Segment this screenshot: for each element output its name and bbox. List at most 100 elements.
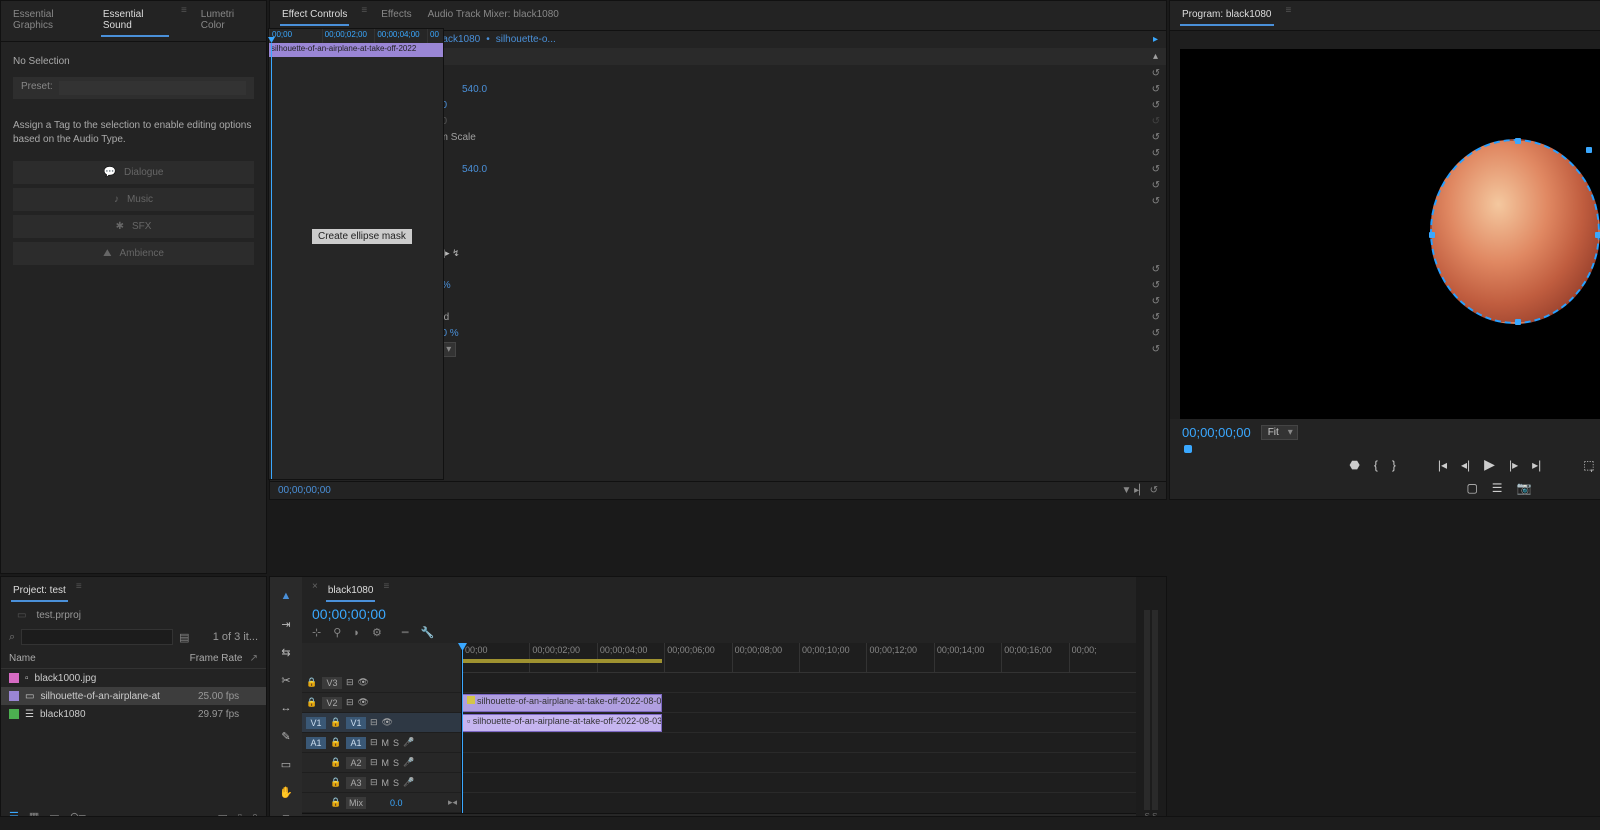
mask-handle[interactable] xyxy=(1429,232,1435,238)
ec-mini-clip[interactable]: silhouette-of-an-airplane-at-take-off-20… xyxy=(269,43,443,57)
project-item[interactable]: ☰black1080 29.97 fps xyxy=(1,705,266,723)
lock-icon[interactable]: 🔒 xyxy=(306,697,318,708)
lock-icon[interactable]: 🔒 xyxy=(306,677,318,688)
mark-in-icon[interactable]: ⬣ xyxy=(1349,458,1359,472)
mark-in-button[interactable]: { xyxy=(1374,458,1378,472)
playhead[interactable] xyxy=(462,643,463,813)
reset-icon[interactable]: ↺ xyxy=(1152,312,1160,323)
settings-button[interactable]: ⚙ xyxy=(372,626,382,639)
ec-playhead[interactable] xyxy=(271,43,272,479)
timeline-timecode[interactable]: 00;00;00;00 xyxy=(312,606,386,622)
track-select-tool[interactable]: ⇥ xyxy=(277,615,295,633)
track-v3[interactable]: 🔒V3⊟👁 xyxy=(302,673,461,693)
tag-sfx-button[interactable]: ✱SFX xyxy=(13,215,254,238)
razor-tool[interactable]: ✂ xyxy=(277,671,295,689)
tab-project[interactable]: Project: test xyxy=(11,581,68,602)
sync-icon[interactable]: ⊟ xyxy=(370,757,378,768)
program-tc-left[interactable]: 00;00;00;00 xyxy=(1182,425,1251,440)
step-fwd-button[interactable]: |▸ xyxy=(1509,458,1518,472)
project-item[interactable]: ▭silhouette-of-an-airplane-at 25.00 fps xyxy=(1,687,266,705)
mic-icon[interactable]: 🎤 xyxy=(403,737,414,748)
program-viewport[interactable] xyxy=(1170,31,1600,419)
mask-handle[interactable] xyxy=(1515,138,1521,144)
tab-essential-sound[interactable]: Essential Sound xyxy=(101,5,169,37)
tag-dialogue-button[interactable]: 💬Dialogue xyxy=(13,161,254,184)
zoom-fit-dropdown[interactable]: Fit xyxy=(1261,425,1298,440)
proxies-button[interactable]: ☰ xyxy=(1492,481,1503,495)
track-v2[interactable]: 🔒V2⊟👁 xyxy=(302,693,461,713)
sync-icon[interactable]: ⊟ xyxy=(370,777,378,788)
eye-icon[interactable]: 👁 xyxy=(358,697,369,708)
track-label[interactable]: A2 xyxy=(346,757,366,769)
lift-button[interactable]: ⬚̩ xyxy=(1583,458,1594,472)
link-button[interactable]: ⚲ xyxy=(333,626,341,639)
program-canvas[interactable] xyxy=(1180,49,1600,419)
col-name[interactable]: Name xyxy=(9,653,190,664)
bin-icon[interactable]: ▤ xyxy=(179,631,189,644)
reset-icon[interactable]: ↺ xyxy=(1152,148,1160,159)
col-framerate[interactable]: Frame Rate xyxy=(190,653,250,664)
mask-handle[interactable] xyxy=(1586,147,1592,153)
goto-out-button[interactable]: ▸| xyxy=(1532,458,1541,472)
sync-icon[interactable]: ⊟ xyxy=(370,737,378,748)
reset-icon[interactable]: ↺ xyxy=(1152,196,1160,207)
sync-icon[interactable]: ⊟ xyxy=(346,677,354,688)
play-button[interactable]: ▶ xyxy=(1484,456,1495,473)
eye-icon[interactable]: 👁 xyxy=(358,677,369,688)
lock-icon[interactable]: 🔒 xyxy=(330,777,342,788)
tab-lumetri-color[interactable]: Lumetri Color xyxy=(199,5,256,37)
lock-icon[interactable]: 🔒 xyxy=(330,737,342,748)
track-a3[interactable]: 🔒A3⊟MS🎤 xyxy=(302,773,461,793)
reset-icon[interactable]: ↺ xyxy=(1152,264,1160,275)
track-label[interactable]: A3 xyxy=(346,777,366,789)
src-a1[interactable]: A1 xyxy=(306,737,326,749)
mask-handle[interactable] xyxy=(1595,232,1600,238)
timeline-ruler[interactable]: 00;00 00;00;02;00 00;00;04;00 00;00;06;0… xyxy=(462,643,1136,673)
step-back-button[interactable]: ◂| xyxy=(1461,458,1470,472)
reset-icon[interactable]: ↺ xyxy=(1152,296,1160,307)
project-item[interactable]: ▫black1000.jpg xyxy=(1,669,266,687)
selection-tool[interactable]: ▲ xyxy=(277,587,295,605)
reset-icon[interactable]: ↺ xyxy=(1152,344,1160,355)
work-area-bar[interactable] xyxy=(462,659,662,663)
anchor-y[interactable]: 540.0 xyxy=(462,164,512,175)
track-label[interactable]: A1 xyxy=(346,737,366,749)
mic-icon[interactable]: 🎤 xyxy=(403,757,414,768)
timeline-tab[interactable]: black1080 xyxy=(326,581,376,602)
tab-audio-mixer[interactable]: Audio Track Mixer: black1080 xyxy=(426,5,561,26)
mark-out-button[interactable]: } xyxy=(1392,458,1396,472)
reset-icon[interactable]: ↺ xyxy=(1152,328,1160,339)
snap-button[interactable]: ⊹ xyxy=(312,626,321,639)
hand-tool[interactable]: ✋ xyxy=(277,783,295,801)
mix-value[interactable]: 0.0 xyxy=(390,798,403,808)
tag-ambience-button[interactable]: ⛰Ambience xyxy=(13,242,254,265)
track-mix[interactable]: 🔒Mix0.0▸◂ xyxy=(302,793,461,813)
sync-icon[interactable]: ⊟ xyxy=(346,697,354,708)
preset-dropdown[interactable] xyxy=(59,81,246,95)
mask-handle[interactable] xyxy=(1515,319,1521,325)
marker-button[interactable]: ◗ xyxy=(353,627,360,639)
reset-icon[interactable]: ↺ xyxy=(1152,100,1160,111)
slip-tool[interactable]: ↔ xyxy=(277,699,295,717)
track-label[interactable]: V1 xyxy=(346,717,366,729)
goto-in-button[interactable]: |◂ xyxy=(1438,458,1447,472)
position-y[interactable]: 540.0 xyxy=(462,84,512,95)
track-a2[interactable]: 🔒A2⊟MS🎤 xyxy=(302,753,461,773)
ripple-tool[interactable]: ⇆ xyxy=(277,643,295,661)
tab-essential-graphics[interactable]: Essential Graphics xyxy=(11,5,89,37)
safe-margins-button[interactable]: ▢ xyxy=(1466,481,1477,495)
tag-music-button[interactable]: ♪Music xyxy=(13,188,254,211)
src-v1[interactable]: V1 xyxy=(306,717,326,729)
ec-seq-clip[interactable]: silhouette-o... xyxy=(496,34,556,45)
tab-effects[interactable]: Effects xyxy=(379,5,413,26)
track-v1[interactable]: V1🔒V1⊟👁 xyxy=(302,713,461,733)
rect-tool[interactable]: ▭ xyxy=(277,755,295,773)
reset-icon[interactable]: ↺ xyxy=(1152,68,1160,79)
reset-icon[interactable]: ↺ xyxy=(1152,132,1160,143)
track-a1[interactable]: A1🔒A1⊟MS🎤 xyxy=(302,733,461,753)
lock-icon[interactable]: 🔒 xyxy=(330,797,342,808)
timeline-content[interactable]: 00;00 00;00;02;00 00;00;04;00 00;00;06;0… xyxy=(462,643,1136,813)
mic-icon[interactable]: 🎤 xyxy=(403,777,414,788)
project-search-input[interactable] xyxy=(21,629,173,645)
clip-v1[interactable]: ▫ silhouette-of-an-airplane-at-take-off-… xyxy=(462,714,662,732)
